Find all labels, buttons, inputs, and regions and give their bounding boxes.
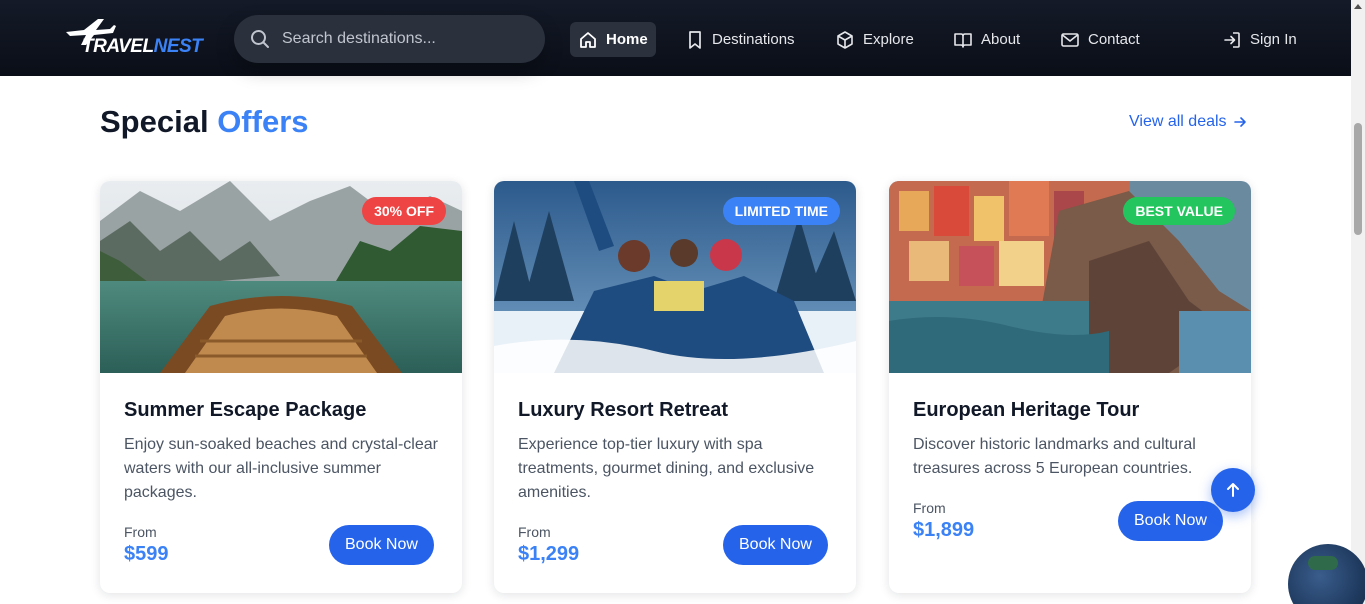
card-image-boat-lake: 30% OFF <box>100 181 462 373</box>
page-scrollbar[interactable] <box>1351 0 1365 604</box>
card-image-cliffside-village: BEST VALUE <box>889 181 1251 373</box>
home-icon <box>580 31 596 48</box>
card-title: European Heritage Tour <box>913 399 1140 421</box>
price: $1,899 <box>913 519 975 541</box>
sign-in-link[interactable]: Sign In <box>1222 22 1297 57</box>
offer-card-summer: 30% OFF Summer Escape Package Enjoy sun-… <box>100 181 462 593</box>
nav-home-label: Home <box>606 31 648 48</box>
nav-contact-label: Contact <box>1088 31 1140 48</box>
offer-card-european: BEST VALUE European Heritage Tour Discov… <box>889 181 1251 593</box>
sign-in-label: Sign In <box>1250 31 1297 48</box>
scrollbar-thumb[interactable] <box>1354 123 1362 235</box>
travel-nest-logo[interactable]: TRAVELNEST <box>64 16 203 60</box>
nav-explore-label: Explore <box>863 31 914 48</box>
nav-contact[interactable]: Contact <box>1060 22 1140 57</box>
from-label: From <box>124 524 157 540</box>
nav-destinations[interactable]: Destinations <box>686 22 795 57</box>
book-icon <box>954 32 972 48</box>
discount-badge: 30% OFF <box>362 197 446 225</box>
arrow-up-icon <box>1227 483 1239 497</box>
nav-about[interactable]: About <box>953 22 1020 57</box>
view-all-deals-label: View all deals <box>1129 113 1227 130</box>
nav-home[interactable]: Home <box>570 22 656 57</box>
search-icon <box>251 30 269 48</box>
limited-time-badge: LIMITED TIME <box>722 197 840 225</box>
best-value-badge: BEST VALUE <box>1123 197 1235 225</box>
nav-destinations-label: Destinations <box>712 31 795 48</box>
from-label: From <box>913 500 946 516</box>
nav-explore[interactable]: Explore <box>835 22 914 57</box>
logo-text: TRAVELNEST <box>82 36 203 57</box>
card-title: Summer Escape Package <box>124 399 367 421</box>
mail-icon <box>1061 32 1079 47</box>
from-label: From <box>518 524 551 540</box>
nav-about-label: About <box>981 31 1021 48</box>
card-image-friends-snow: LIMITED TIME <box>494 181 856 373</box>
globe-decoration <box>1288 544 1365 604</box>
section-title-part2: Offers <box>217 104 309 139</box>
card-description: Discover historic landmarks and cultural… <box>913 436 1196 477</box>
search-bar[interactable] <box>234 15 545 63</box>
search-input[interactable] <box>282 15 532 63</box>
cube-icon <box>837 30 853 49</box>
section-title-part1: Special <box>100 104 209 139</box>
card-title: Luxury Resort Retreat <box>518 399 729 421</box>
globe-land <box>1308 556 1338 570</box>
bookmark-icon <box>689 30 701 49</box>
arrow-right-icon <box>1233 117 1246 127</box>
view-all-deals-link[interactable]: View all deals <box>1129 113 1247 131</box>
scroll-to-top-button[interactable] <box>1211 468 1255 512</box>
price: $599 <box>124 543 169 565</box>
price: $1,299 <box>518 543 580 565</box>
section-title: Special Offers <box>100 104 309 140</box>
card-description: Enjoy sun-soaked beaches and crystal-cle… <box>124 436 438 501</box>
scroll-up-arrow-icon[interactable] <box>1354 4 1362 9</box>
card-description: Experience top-tier luxury with spa trea… <box>518 436 815 501</box>
book-now-button[interactable]: Book Now <box>1118 501 1223 541</box>
offer-card-luxury: LIMITED TIME Luxury Resort Retreat Exper… <box>494 181 856 593</box>
sign-in-icon <box>1224 31 1240 48</box>
book-now-button[interactable]: Book Now <box>329 525 434 565</box>
book-now-button[interactable]: Book Now <box>723 525 828 565</box>
top-navbar: TRAVELNEST Home Destinations Explore Abo… <box>0 0 1351 76</box>
